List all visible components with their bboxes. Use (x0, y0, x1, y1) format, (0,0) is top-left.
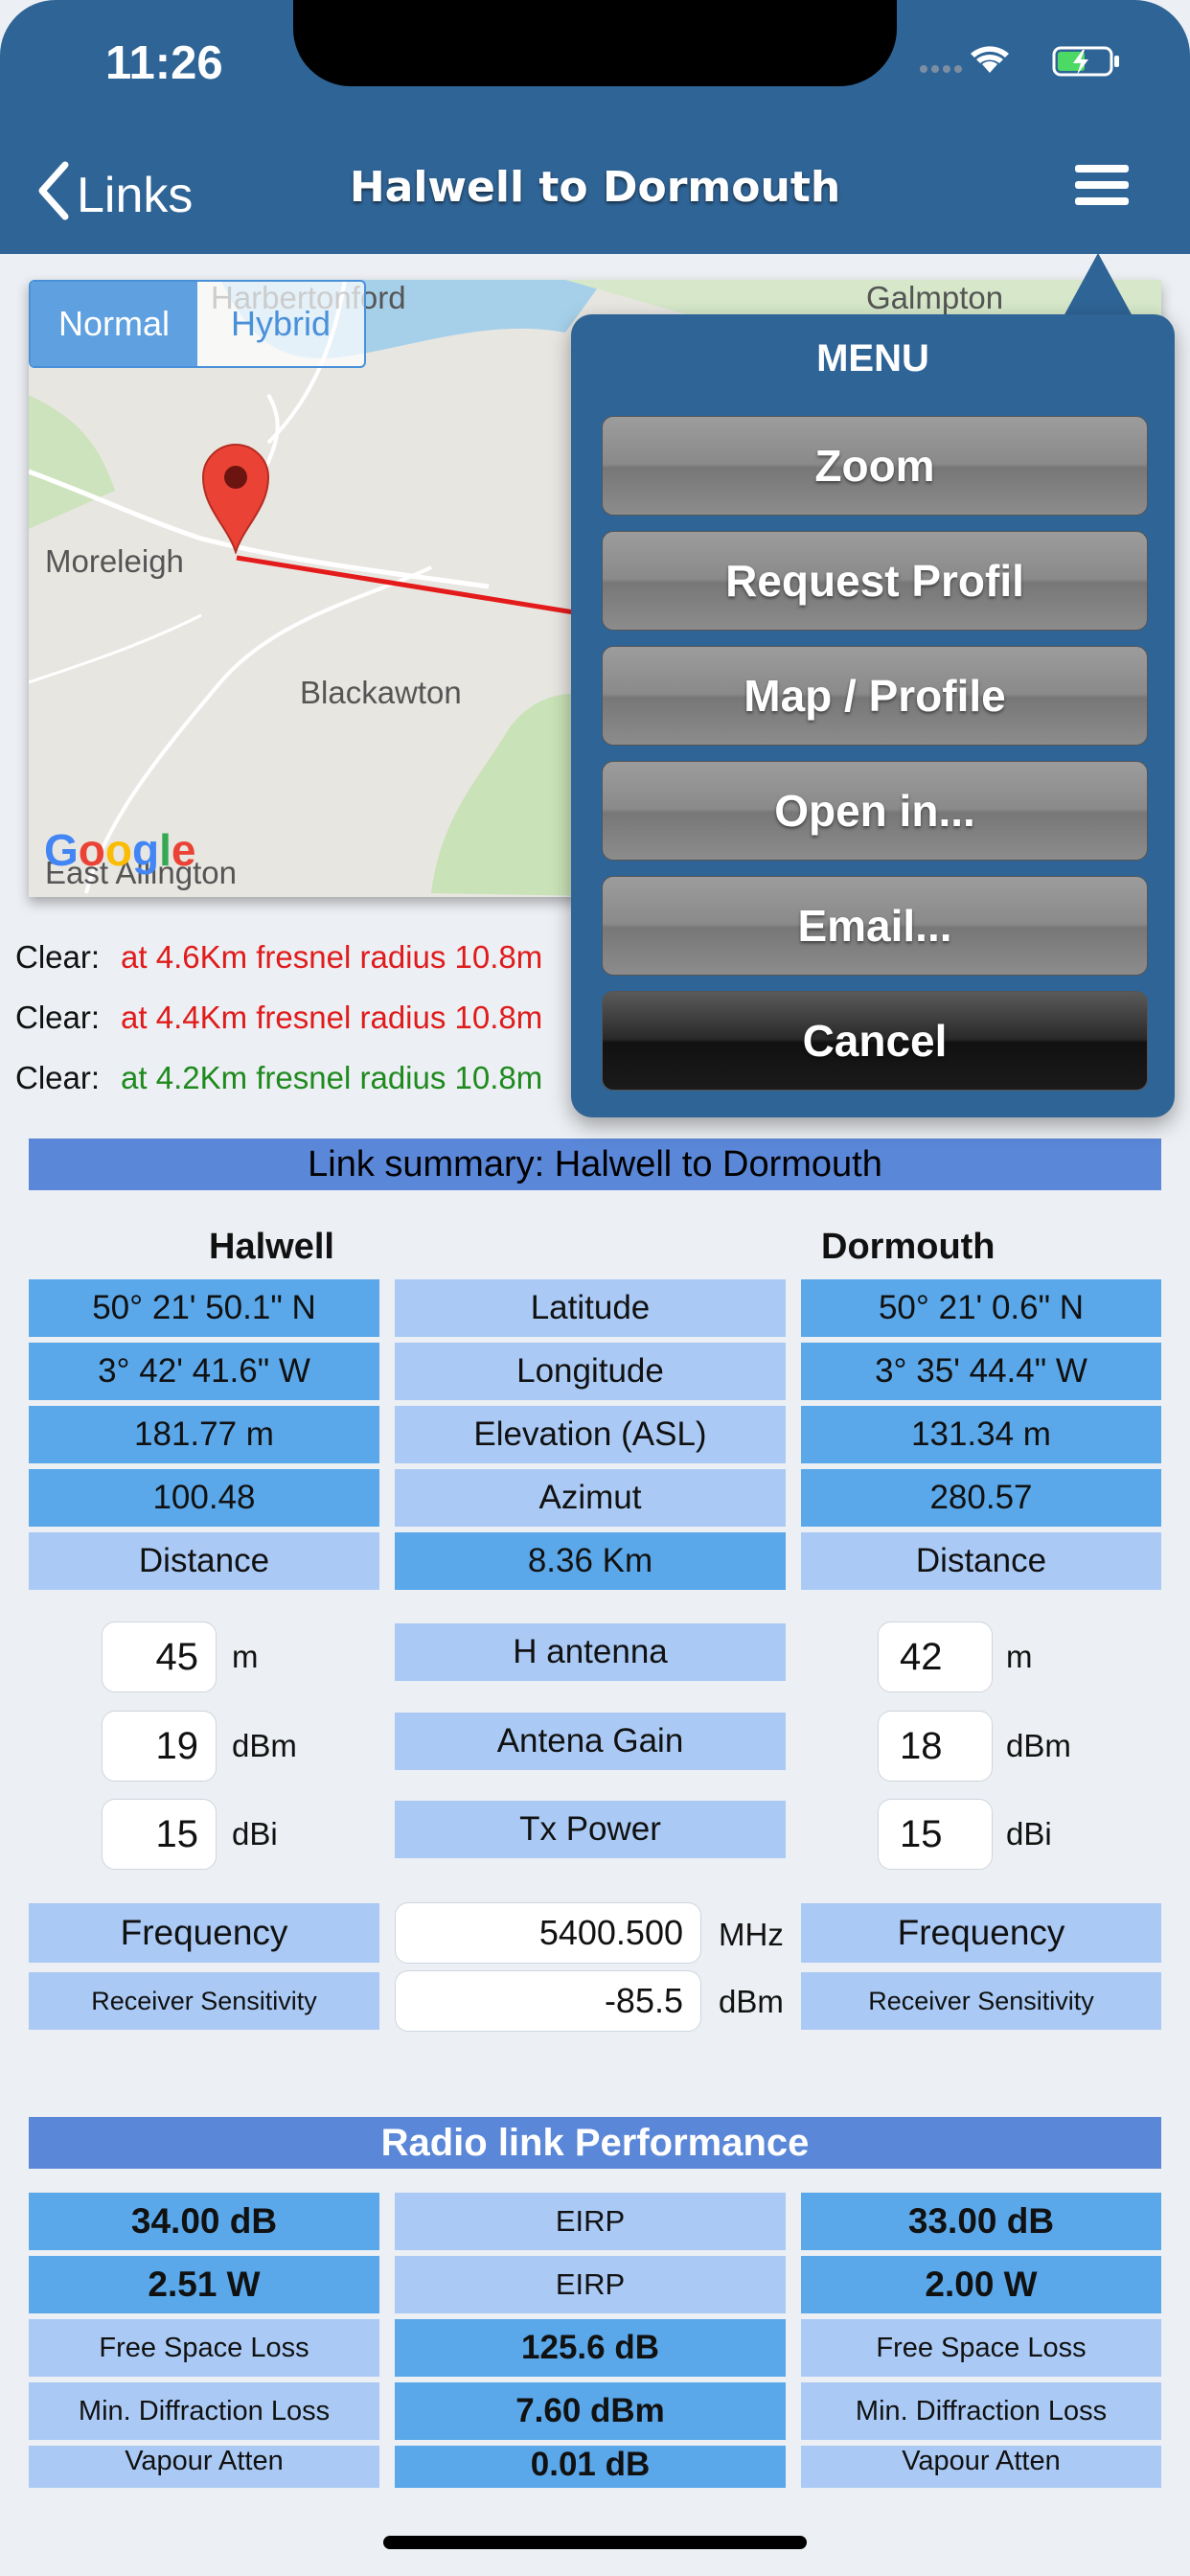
summary-cell-a: 3° 42' 41.6" W (29, 1343, 379, 1400)
menu-popover-arrow (1064, 253, 1133, 316)
sensitivity-input[interactable]: -85.5 (395, 1970, 701, 2032)
summary-cell-label: Azimut (395, 1469, 786, 1527)
summary-cell-label: Elevation (ASL) (395, 1406, 786, 1463)
summary-cell-a: 50° 21' 50.1" N (29, 1279, 379, 1337)
segment-hybrid[interactable]: Hybrid (197, 282, 364, 366)
site-b-input[interactable]: 18 (878, 1711, 993, 1782)
home-indicator[interactable] (383, 2536, 807, 2549)
performance-cell-b: Vapour Atten (801, 2446, 1161, 2488)
summary-cell-label: 8.36 Km (395, 1532, 786, 1590)
map-label: Moreleigh (45, 543, 184, 579)
menu-cancel-button[interactable]: Cancel (602, 991, 1148, 1091)
site-b-name: Dormouth (821, 1227, 995, 1267)
menu-email-button[interactable]: Email... (602, 876, 1148, 976)
clearance-row: Clear: at 4.6Km fresnel radius 10.8m (15, 939, 543, 975)
sensitivity-label-b: Receiver Sensitivity (801, 1972, 1161, 2030)
performance-cell-a: 2.51 W (29, 2256, 379, 2313)
summary-cell-b: Distance (801, 1532, 1161, 1590)
segment-normal[interactable]: Normal (31, 282, 197, 366)
status-icons (918, 42, 1129, 80)
frequency-label-a: Frequency (29, 1903, 379, 1963)
frequency-input[interactable]: 5400.500 (395, 1902, 701, 1964)
site-a-input[interactable]: 19 (102, 1711, 217, 1782)
menu-icon[interactable] (1075, 165, 1129, 211)
site-a-name: Halwell (209, 1227, 334, 1267)
frequency-unit: MHz (719, 1917, 784, 1952)
clearance-row: Clear: at 4.2Km fresnel radius 10.8m (15, 1060, 543, 1095)
map-type-segmented-control[interactable]: Normal Hybrid (29, 280, 366, 368)
unit-label: m (232, 1639, 259, 1674)
sensitivity-label-a: Receiver Sensitivity (29, 1972, 379, 2030)
unit-label: dBm (1006, 1728, 1071, 1763)
performance-cell-a: 34.00 dB (29, 2193, 379, 2250)
sensitivity-unit: dBm (719, 1984, 784, 2019)
performance-cell-a: Free Space Loss (29, 2319, 379, 2377)
unit-label: m (1006, 1639, 1033, 1674)
menu-open-in-button[interactable]: Open in... (602, 761, 1148, 861)
input-row-label: H antenna (395, 1623, 786, 1681)
performance-header: Radio link Performance (29, 2117, 1161, 2169)
unit-label: dBi (1006, 1816, 1052, 1852)
performance-cell-b: Min. Diffraction Loss (801, 2382, 1161, 2440)
status-time: 11:26 (105, 37, 223, 89)
site-a-input[interactable]: 15 (102, 1799, 217, 1870)
map-label: Blackawton (300, 675, 462, 710)
page-title: Halwell to Dormouth (349, 163, 841, 212)
summary-cell-a: 100.48 (29, 1469, 379, 1527)
map-pin-icon[interactable] (199, 441, 272, 559)
performance-cell-label: 0.01 dB (395, 2446, 786, 2488)
map-label: Galmpton (866, 280, 1004, 315)
clearance-row: Clear: at 4.4Km fresnel radius 10.8m (15, 1000, 543, 1035)
summary-cell-b: 280.57 (801, 1469, 1161, 1527)
summary-cell-b: 3° 35' 44.4" W (801, 1343, 1161, 1400)
menu-zoom-button[interactable]: Zoom (602, 416, 1148, 516)
input-row-label: Tx Power (395, 1801, 786, 1858)
site-a-input[interactable]: 45 (102, 1622, 217, 1692)
signal-icon (920, 65, 962, 73)
unit-label: dBi (232, 1816, 278, 1852)
summary-cell-a: Distance (29, 1532, 379, 1590)
menu-request-profil-button[interactable]: Request Profil (602, 531, 1148, 631)
performance-cell-label: EIRP (395, 2193, 786, 2250)
performance-cell-b: 33.00 dB (801, 2193, 1161, 2250)
summary-cell-b: 131.34 m (801, 1406, 1161, 1463)
site-b-input[interactable]: 42 (878, 1622, 993, 1692)
summary-cell-label: Latitude (395, 1279, 786, 1337)
input-row-label: Antena Gain (395, 1713, 786, 1770)
summary-cell-a: 181.77 m (29, 1406, 379, 1463)
performance-cell-label: 7.60 dBm (395, 2382, 786, 2440)
google-logo: Google (44, 825, 196, 875)
wifi-icon (971, 46, 1009, 73)
frequency-label-b: Frequency (801, 1903, 1161, 1963)
menu-title: MENU (816, 337, 929, 380)
performance-cell-label: EIRP (395, 2256, 786, 2313)
performance-cell-a: Vapour Atten (29, 2446, 379, 2488)
summary-cell-b: 50° 21' 0.6" N (801, 1279, 1161, 1337)
device-notch (293, 0, 897, 86)
battery-icon (1052, 46, 1119, 77)
menu-map-profile-button[interactable]: Map / Profile (602, 646, 1148, 746)
performance-cell-b: Free Space Loss (801, 2319, 1161, 2377)
summary-cell-label: Longitude (395, 1343, 786, 1400)
performance-cell-label: 125.6 dB (395, 2319, 786, 2377)
performance-cell-a: Min. Diffraction Loss (29, 2382, 379, 2440)
site-b-input[interactable]: 15 (878, 1799, 993, 1870)
link-summary-header: Link summary: Halwell to Dormouth (29, 1138, 1161, 1190)
unit-label: dBm (232, 1728, 297, 1763)
performance-cell-b: 2.00 W (801, 2256, 1161, 2313)
